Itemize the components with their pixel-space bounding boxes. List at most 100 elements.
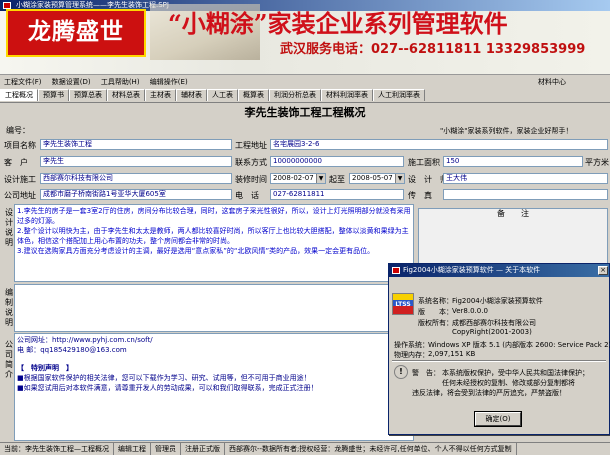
- site-label: 工程地址: [235, 141, 267, 150]
- design-label: 设计说明: [5, 208, 13, 247]
- project-name-field[interactable]: 李先生装饰工程: [40, 139, 232, 150]
- window-title: 小糊涂家装预算管理系统——李先生装饰工程.SPJ: [16, 1, 169, 9]
- warn-line: 本系统版权保护，受中华人民共和国法律保护；: [442, 369, 589, 377]
- ltss-logo: LTSS: [392, 293, 414, 315]
- tab-budget[interactable]: 预算书: [38, 89, 69, 101]
- designer-field[interactable]: 王大伟: [443, 173, 608, 184]
- fax-field[interactable]: [443, 189, 608, 200]
- material-center-button[interactable]: 材料中心: [534, 76, 570, 88]
- about-os: Windows XP 版本 5.1 (内部版本 2600: Service Pa…: [428, 341, 610, 349]
- company-addr-label: 公司地址: [4, 191, 36, 200]
- start-date-select[interactable]: 2008-02-07 ▼: [270, 173, 326, 184]
- status-current: 当前：李先生装饰工程—工程概况: [0, 443, 114, 455]
- notice-line: ■根据国家软件保护的相关法律，您可以下载作为学习、研究、试用等，但不可用于商业用…: [17, 374, 311, 382]
- tab-materials-summary[interactable]: 材料总表: [107, 89, 145, 101]
- about-name: Fig2004小糊涂家装预算软件: [452, 297, 543, 305]
- about-dialog-titlebar[interactable]: Fig2004小糊涂家装预算软件 — 关于本软件: [389, 264, 609, 277]
- phone-field[interactable]: 027-62811811: [270, 189, 404, 200]
- tab-overview[interactable]: 工程概况: [0, 89, 38, 101]
- menu-file[interactable]: 工程文件(F): [0, 76, 46, 88]
- dialog-app-icon: [392, 267, 400, 274]
- site-field[interactable]: 名宅展园3-2-6: [270, 139, 608, 150]
- area-label: 施工面积: [408, 158, 440, 167]
- builder-field[interactable]: 西部赛尔科技有限公司: [40, 173, 232, 184]
- prep-label: 编制说明: [5, 288, 13, 327]
- warn-line: 违反法律，将会受到法律的严厉追究，严禁盗版！: [412, 389, 566, 397]
- about-version-label: 版 本：: [418, 308, 453, 316]
- company-intro-field[interactable]: 公司网址：http://www.pyhj.com.cn/soft/ 电 邮：qq…: [14, 333, 414, 441]
- builder-label: 设计施工: [4, 175, 36, 184]
- menu-edit[interactable]: 编辑操作(E): [146, 76, 192, 88]
- area-field[interactable]: 150: [443, 156, 583, 167]
- menu-bar: 工程文件(F) 数据设置(D) 工具帮助(H) 编辑操作(E) 材料中心: [0, 76, 610, 88]
- contact-label: 联系方式: [235, 158, 267, 167]
- about-name-label: 系统名称：: [418, 297, 453, 305]
- about-version: Ver8.0.0.0: [452, 307, 488, 315]
- about-rights: 成都西部赛尔科技有限公司: [452, 319, 536, 327]
- ok-button[interactable]: 确定(O): [474, 411, 522, 427]
- company-label: 公司简介: [5, 340, 13, 379]
- client-field[interactable]: 李先生: [40, 156, 232, 167]
- phone-label: 电 话: [235, 191, 259, 200]
- banner-phone: 武汉服务电话：027--62811811 13329853999: [280, 42, 586, 57]
- status-license: 注册正式版: [181, 443, 225, 455]
- notice-title: 【 特别声明 】: [17, 364, 73, 372]
- about-dialog-title: Fig2004小糊涂家装预算软件 — 关于本软件: [403, 266, 541, 274]
- company-website: 公司网址：http://www.pyhj.com.cn/soft/: [17, 336, 153, 344]
- about-os-label: 操作系统：: [394, 341, 429, 349]
- about-mem: 2,097,151 KB: [428, 350, 476, 358]
- number-label: 编号：: [6, 126, 30, 135]
- prep-notes-field[interactable]: [14, 284, 414, 332]
- menu-tools[interactable]: 工具帮助(H): [97, 76, 144, 88]
- start-date-value: 2008-02-07: [273, 174, 314, 182]
- about-warn-label: 警 告：: [412, 369, 440, 377]
- design-notes-field[interactable]: 1.李先生的房子是一套3室2厅的住房，房间分布比较合理，同时，这套房子采光性很好…: [14, 204, 414, 282]
- tab-aux-materials[interactable]: 辅材表: [176, 89, 207, 101]
- close-icon[interactable]: ×: [598, 266, 608, 275]
- status-copyright: 西部赛尔--数据所有者;授权经营：龙腾盛世；未经许可,任何单位、个人不得以任何方…: [225, 443, 517, 455]
- tab-profit-analysis[interactable]: 利润分析总表: [269, 89, 321, 101]
- area-unit: 平方米: [585, 158, 609, 167]
- company-addr-field[interactable]: 成都市磨子桥南街路1号亚华大厦605室: [40, 189, 232, 200]
- status-user: 管理员: [151, 443, 181, 455]
- dialog-separator: [392, 360, 606, 362]
- status-mode: 编辑工程: [114, 443, 151, 455]
- tab-labor[interactable]: 人工表: [207, 89, 238, 101]
- tab-estimate[interactable]: 概算表: [238, 89, 269, 101]
- logo-text: LTSS: [395, 301, 411, 308]
- warn-line: 任何未经授权的复制、修改或部分复制都将: [442, 379, 575, 387]
- tab-labor-profit[interactable]: 人工利润率表: [373, 89, 425, 101]
- about-copyright: CopyRight(2001-2003): [452, 328, 532, 336]
- status-bar: 当前：李先生装饰工程—工程概况 编辑工程 管理员 注册正式版 西部赛尔--数据所有者;授…: [0, 442, 610, 455]
- brand-name: 龙腾盛世: [28, 18, 124, 45]
- warning-icon: !: [394, 365, 408, 379]
- tab-main-materials[interactable]: 主材表: [145, 89, 176, 101]
- design-note: 2.整个设计以明快为主，由于李先生和太太是教师，两人都比较喜好时尚，所以客厅上也…: [17, 227, 409, 245]
- remarks-label: 备 注: [497, 209, 529, 218]
- tab-bar: 工程概况 预算书 预算总表 材料总表 主材表 辅材表 人工表 概算表 利润分析总表 材料利润率表人…: [0, 89, 610, 101]
- fax-label: 传 真: [408, 191, 432, 200]
- end-date-select[interactable]: 2008-05-07 ▼: [349, 173, 405, 184]
- company-email: 电 邮：qq185429180@163.com: [17, 346, 127, 354]
- about-mem-label: 物理内存：: [394, 351, 429, 359]
- contact-field[interactable]: 10000000000: [270, 156, 404, 167]
- end-date-dropdown-icon[interactable]: ▼: [395, 174, 404, 183]
- end-date-value: 2008-05-07: [352, 174, 393, 182]
- to-label: 起至: [329, 175, 345, 184]
- tab-budget-summary[interactable]: 预算总表: [69, 89, 107, 101]
- menu-data[interactable]: 数据设置(D): [48, 76, 95, 88]
- designer-label: 设 计 师: [408, 175, 448, 184]
- promo-text: "小糊涂"家装系列软件，家装企业好帮手！: [440, 127, 573, 135]
- about-rights-label: 版权所有：: [418, 319, 453, 327]
- tab-material-profit[interactable]: 材料利润率表: [321, 89, 373, 101]
- project-name-label: 项目名称: [4, 141, 36, 150]
- page-title: 李先生装饰工程工程概况: [244, 106, 366, 119]
- design-note: 1.李先生的房子是一套3室2厅的住房，房间分布比较合理，同时，这套房子采光性很好…: [17, 207, 411, 225]
- notice-line: ■如果您试用后对本软件满意，请尊重开发人的劳动成果，可以和我们取得联系，完成正式…: [17, 384, 318, 392]
- app-icon: [3, 2, 11, 9]
- banner-slogan: “小糊涂”家装企业系列管理软件: [168, 9, 508, 38]
- decor-time-label: 装修时间: [235, 175, 267, 184]
- design-note: 3.建议在选购家具方面充分考虑设计的主调，最好是选用“意点家私”的“北欧风情”类…: [17, 247, 375, 255]
- start-date-dropdown-icon[interactable]: ▼: [316, 174, 325, 183]
- client-label: 客 户: [4, 158, 28, 167]
